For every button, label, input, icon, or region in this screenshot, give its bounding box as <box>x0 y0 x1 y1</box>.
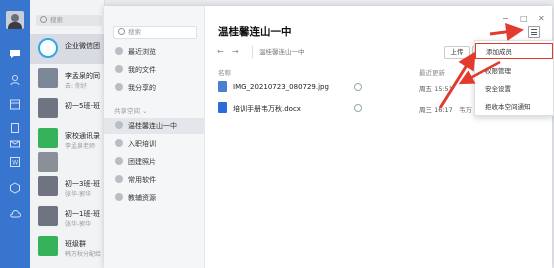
annotation-arrows <box>438 22 524 109</box>
annotation-arrow <box>438 51 476 109</box>
annotation-arrow <box>489 22 524 41</box>
